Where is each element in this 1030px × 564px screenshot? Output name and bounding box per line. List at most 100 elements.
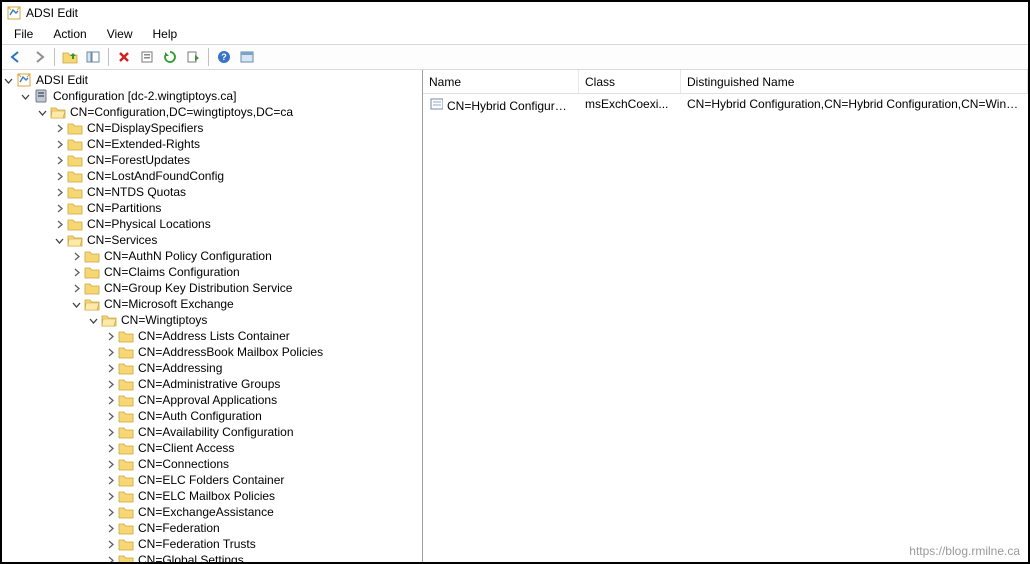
- tree-node[interactable]: CN=Wingtiptoys: [2, 312, 422, 328]
- expand-icon[interactable]: [106, 428, 118, 437]
- tree-node-label: CN=ForestUpdates: [85, 153, 192, 168]
- server-icon: [33, 88, 49, 104]
- tree-node[interactable]: CN=Approval Applications: [2, 392, 422, 408]
- collapse-icon[interactable]: [72, 300, 84, 309]
- tree-node[interactable]: CN=NTDS Quotas: [2, 184, 422, 200]
- tree-node[interactable]: CN=Client Access: [2, 440, 422, 456]
- tile-windows-button[interactable]: [237, 47, 257, 67]
- expand-icon[interactable]: [55, 140, 67, 149]
- expand-icon[interactable]: [55, 204, 67, 213]
- expand-icon[interactable]: [106, 460, 118, 469]
- back-button[interactable]: [6, 47, 26, 67]
- show-hide-tree-button[interactable]: [83, 47, 103, 67]
- folder-icon: [67, 136, 83, 152]
- tree-node[interactable]: ADSI Edit: [2, 72, 422, 88]
- expand-icon[interactable]: [106, 540, 118, 549]
- expand-icon[interactable]: [106, 348, 118, 357]
- tree-node[interactable]: CN=Claims Configuration: [2, 264, 422, 280]
- folder-icon: [118, 392, 134, 408]
- expand-icon[interactable]: [72, 252, 84, 261]
- column-header-class[interactable]: Class: [579, 70, 681, 93]
- up-one-level-button[interactable]: [60, 47, 80, 67]
- expand-icon[interactable]: [106, 524, 118, 533]
- collapse-icon[interactable]: [89, 316, 101, 325]
- help-button[interactable]: ?: [214, 47, 234, 67]
- tree-node[interactable]: CN=Extended-Rights: [2, 136, 422, 152]
- expand-icon[interactable]: [106, 444, 118, 453]
- expand-icon[interactable]: [106, 364, 118, 373]
- tree-node[interactable]: CN=Availability Configuration: [2, 424, 422, 440]
- tree-node[interactable]: CN=DisplaySpecifiers: [2, 120, 422, 136]
- menu-help[interactable]: Help: [145, 26, 186, 42]
- adsi-icon: [16, 72, 32, 88]
- forward-button[interactable]: [29, 47, 49, 67]
- folder-icon: [118, 408, 134, 424]
- collapse-icon[interactable]: [55, 236, 67, 245]
- tree-pane[interactable]: ADSI EditConfiguration [dc-2.wingtiptoys…: [2, 70, 423, 562]
- tree-node[interactable]: CN=AuthN Policy Configuration: [2, 248, 422, 264]
- list-row[interactable]: CN=Hybrid Configuration msExchCoexi... C…: [423, 94, 1028, 114]
- expand-icon[interactable]: [106, 396, 118, 405]
- expand-icon[interactable]: [106, 556, 118, 563]
- collapse-icon[interactable]: [4, 76, 16, 85]
- tree-node-label: CN=Connections: [136, 457, 231, 472]
- tree-node[interactable]: CN=Connections: [2, 456, 422, 472]
- menu-file[interactable]: File: [6, 26, 41, 42]
- tree-node[interactable]: CN=Group Key Distribution Service: [2, 280, 422, 296]
- expand-icon[interactable]: [106, 380, 118, 389]
- collapse-icon[interactable]: [21, 92, 33, 101]
- expand-icon[interactable]: [55, 172, 67, 181]
- column-header-dn[interactable]: Distinguished Name: [681, 70, 1028, 93]
- tree-node-label: CN=Client Access: [136, 441, 236, 456]
- tree-node[interactable]: CN=Physical Locations: [2, 216, 422, 232]
- expand-icon[interactable]: [106, 412, 118, 421]
- tree-node[interactable]: CN=ELC Folders Container: [2, 472, 422, 488]
- expand-icon[interactable]: [72, 268, 84, 277]
- tree-node-label: CN=Extended-Rights: [85, 137, 202, 152]
- expand-icon[interactable]: [106, 476, 118, 485]
- expand-icon[interactable]: [106, 332, 118, 341]
- tree-node[interactable]: CN=Federation: [2, 520, 422, 536]
- tree-node[interactable]: CN=Auth Configuration: [2, 408, 422, 424]
- export-list-button[interactable]: [183, 47, 203, 67]
- properties-button[interactable]: [137, 47, 157, 67]
- column-header-name[interactable]: Name: [423, 70, 579, 93]
- folder-icon: [84, 280, 100, 296]
- tree-node[interactable]: CN=Address Lists Container: [2, 328, 422, 344]
- tree-node-label: CN=Microsoft Exchange: [102, 297, 236, 312]
- expand-icon[interactable]: [55, 220, 67, 229]
- refresh-button[interactable]: [160, 47, 180, 67]
- expand-icon[interactable]: [72, 284, 84, 293]
- tree-node[interactable]: CN=ELC Mailbox Policies: [2, 488, 422, 504]
- tree-node-label: CN=Global Settings: [136, 553, 246, 563]
- expand-icon[interactable]: [55, 156, 67, 165]
- tree-node[interactable]: CN=Services: [2, 232, 422, 248]
- delete-button[interactable]: [114, 47, 134, 67]
- tree-node[interactable]: CN=Administrative Groups: [2, 376, 422, 392]
- cell-class: msExchCoexi...: [579, 97, 681, 111]
- tree-node[interactable]: CN=ExchangeAssistance: [2, 504, 422, 520]
- tree-node[interactable]: CN=ForestUpdates: [2, 152, 422, 168]
- tree-node[interactable]: Configuration [dc-2.wingtiptoys.ca]: [2, 88, 422, 104]
- tree-node[interactable]: CN=LostAndFoundConfig: [2, 168, 422, 184]
- list-header: Name Class Distinguished Name: [423, 70, 1028, 94]
- folder-icon: [118, 344, 134, 360]
- expand-icon[interactable]: [106, 492, 118, 501]
- expand-icon[interactable]: [106, 508, 118, 517]
- collapse-icon[interactable]: [38, 108, 50, 117]
- tree-node[interactable]: CN=AddressBook Mailbox Policies: [2, 344, 422, 360]
- folder-open-icon: [84, 296, 100, 312]
- tree-node[interactable]: CN=Microsoft Exchange: [2, 296, 422, 312]
- list-pane[interactable]: Name Class Distinguished Name CN=Hybrid …: [423, 70, 1028, 562]
- tree-node[interactable]: CN=Addressing: [2, 360, 422, 376]
- tree-node[interactable]: CN=Federation Trusts: [2, 536, 422, 552]
- tree-node-label: CN=Federation: [136, 521, 222, 536]
- menu-action[interactable]: Action: [45, 26, 94, 42]
- expand-icon[interactable]: [55, 188, 67, 197]
- tree-node[interactable]: CN=Configuration,DC=wingtiptoys,DC=ca: [2, 104, 422, 120]
- tree-node[interactable]: CN=Global Settings: [2, 552, 422, 562]
- folder-open-icon: [101, 312, 117, 328]
- tree-node[interactable]: CN=Partitions: [2, 200, 422, 216]
- expand-icon[interactable]: [55, 124, 67, 133]
- menu-view[interactable]: View: [99, 26, 141, 42]
